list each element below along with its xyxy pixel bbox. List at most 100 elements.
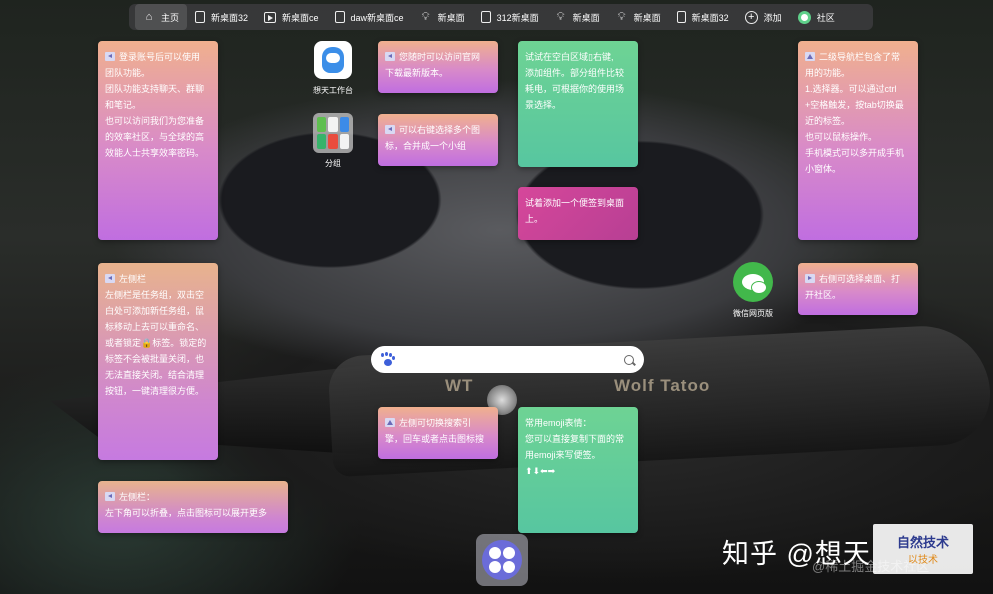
note-line-text: 左侧栏： — [119, 492, 156, 502]
note-line: 左侧可切换搜索引 — [385, 415, 491, 431]
note-line-text: 和笔记。 — [105, 100, 142, 110]
note-line-text: 景选择。 — [525, 100, 562, 110]
note-line: 您可以直接复制下面的常 — [525, 431, 631, 447]
nav-tab-8[interactable]: 新桌面32 — [669, 4, 737, 30]
note-line: 左下角可以折叠，点击图标可以展开更多 — [105, 505, 281, 521]
note-line-text: 下载最新版本。 — [385, 68, 449, 78]
doc-icon — [334, 11, 345, 23]
note-line: 也可以访问我们为您准备 — [105, 113, 211, 129]
note-blank-area[interactable]: 试试在空白区域▯右键, 添加组件。部分组件比较 耗电，可根据你的使用场 景选择。 — [518, 41, 638, 167]
note-line-text: 也可以访问我们为您准备 — [105, 116, 205, 126]
note-line: 团队功能支持聊天、群聊 — [105, 81, 211, 97]
nav-tab-3[interactable]: daw新桌面ce — [327, 4, 412, 30]
note-line-text: 的效率社区，与全球的高 — [105, 132, 205, 142]
note-line-text: 无法直接关闭。结合清理 — [105, 370, 205, 380]
nav-tab-10[interactable]: 社区 — [790, 4, 843, 30]
note-line: 景选择。 — [525, 97, 631, 113]
app-wechat[interactable]: 微信网页版 — [718, 262, 788, 319]
note-line-text: 标移动上去可以重命名、 — [105, 322, 205, 332]
note-line-text: 擎，回车或者点击图标搜 — [385, 434, 485, 444]
note-line-text: ⬆⬇⬅➡ — [525, 466, 556, 476]
page-icon — [195, 11, 206, 23]
note-add-sticky[interactable]: 试着添加一个便签到桌面 上。 — [518, 187, 638, 240]
nav-tab-label: 新桌面ce — [282, 12, 319, 23]
nav-tab-label: 新桌面32 — [691, 12, 729, 23]
note-line: 用的功能。 — [805, 65, 911, 81]
note-right-click[interactable]: 可以右键选择多个图 标，合并成一个小组 — [378, 114, 498, 166]
note-website[interactable]: 您随时可以访问官网 下载最新版本。 — [378, 41, 498, 93]
nav-tab-9[interactable]: + 添加 — [737, 4, 790, 30]
note-line-text: 上。 — [525, 214, 544, 224]
arrow-bullet-icon — [805, 274, 815, 283]
nav-tab-0[interactable]: ⌂ 主页 — [135, 4, 188, 30]
arrow-bullet-icon — [385, 52, 395, 61]
community-icon — [797, 10, 811, 24]
note-line: 左侧栏： — [105, 489, 281, 505]
note-line-text: 或者锁定🔒标签。锁定的 — [105, 338, 207, 348]
nav-tab-5[interactable]: 312新桌面 — [473, 4, 547, 30]
nav-tab-6[interactable]: 💡︎ 新桌面 — [547, 4, 608, 30]
search-input[interactable] — [403, 354, 616, 365]
app-group-label: 分组 — [325, 159, 341, 168]
note-line: 左侧栏 — [105, 271, 211, 287]
note-emoji[interactable]: 常用emoji表情： 您可以直接复制下面的常 用emoji来写便签。 ⬆⬇⬅➡ — [518, 407, 638, 533]
nav-tab-2[interactable]: 新桌面ce — [256, 4, 327, 30]
corner-logo-line2: 以技术 — [908, 555, 938, 566]
note-line: 和笔记。 — [105, 97, 211, 113]
note-line-text: 常用emoji表情： — [525, 418, 592, 428]
note-line: 可以右键选择多个图 — [385, 122, 491, 138]
nav-tab-7[interactable]: 💡︎ 新桌面 — [608, 4, 669, 30]
note-line: 团队功能。 — [105, 65, 211, 81]
note-line: 按钮，一键清理很方便。 — [105, 383, 211, 399]
search-icon[interactable] — [624, 354, 634, 365]
app-workbench-label: 想天工作台 — [313, 86, 353, 95]
note-line: 常用emoji表情： — [525, 415, 631, 431]
note-search-engine[interactable]: 左侧可切换搜索引擎，回车或者点击图标搜 — [378, 407, 498, 459]
dock-app-button[interactable] — [476, 534, 528, 586]
note-line: 效能人士共享效率密码。 — [105, 145, 211, 161]
note-line-text: 按钮，一键清理很方便。 — [105, 386, 205, 396]
note-login[interactable]: 登录账号后可以使用 团队功能。 团队功能支持聊天、群聊 和笔记。 也可以访问我们为您准备… — [98, 41, 218, 240]
nav-tab-4[interactable]: 💡︎ 新桌面 — [412, 4, 473, 30]
note-line: 左侧栏是任务组，双击空 — [105, 287, 211, 303]
nav-tab-label: daw新桌面ce — [350, 12, 404, 23]
note-line-text: 左侧栏是任务组，双击空 — [105, 290, 205, 300]
nav-tab-label: 添加 — [763, 12, 782, 23]
note-right-select[interactable]: 右侧可选择桌面、打开社区。 — [798, 263, 918, 315]
knife-mark-text: WT — [445, 376, 474, 395]
note-line-text: 试着添加一个便签到桌面 — [525, 198, 625, 208]
note-line-text: 开社区。 — [805, 290, 842, 300]
app-group[interactable]: 分组 — [298, 113, 368, 169]
baidu-paw-icon[interactable] — [381, 352, 395, 367]
note-line: +空格触发，按tab切换最 — [805, 97, 911, 113]
arrow-bullet-icon — [385, 418, 395, 427]
note-line-text: 您可以直接复制下面的常 — [525, 434, 625, 444]
note-line: 小窗体。 — [805, 161, 911, 177]
app-wechat-label: 微信网页版 — [733, 309, 773, 318]
note-line-text: 右侧可选择桌面、打 — [819, 274, 901, 284]
home-icon: ⌂ — [145, 11, 153, 23]
note-line: 标移动上去可以重命名、 — [105, 319, 211, 335]
note-line: 下载最新版本。 — [385, 65, 491, 81]
note-left-bottom[interactable]: 左侧栏： 左下角可以折叠，点击图标可以展开更多 — [98, 481, 288, 533]
note-line: 或者锁定🔒标签。锁定的 — [105, 335, 211, 351]
note-line: 白处可添加新任务组，鼠 — [105, 303, 211, 319]
note-second-nav[interactable]: 二级导航栏包含了常 用的功能。 1.选择器。可以通过ctrl +空格触发，按tab切换… — [798, 41, 918, 240]
arrow-bullet-icon — [105, 492, 115, 501]
note-line-text: 近的标签。 — [805, 116, 851, 126]
group-folder-icon — [313, 113, 353, 153]
note-line-text: 用emoji来写便签。 — [525, 450, 601, 460]
app-workbench[interactable]: 想天工作台 — [298, 41, 368, 96]
note-line-text: 效能人士共享效率密码。 — [105, 148, 205, 158]
nav-tab-1[interactable]: 新桌面32 — [187, 4, 256, 30]
note-line-text: 左侧栏 — [119, 274, 147, 284]
arrow-bullet-icon — [385, 125, 395, 134]
note-line: 用emoji来写便签。 — [525, 447, 631, 463]
note-left-sidebar[interactable]: 左侧栏左侧栏是任务组，双击空白处可添加新任务组，鼠标移动上去可以重命名、 或者锁定… — [98, 263, 218, 460]
note-line: 擎，回车或者点击图标搜 — [385, 431, 491, 447]
note-line-text: 用的功能。 — [805, 68, 851, 78]
note-line-text: 小窗体。 — [805, 164, 842, 174]
note-line: 的效率社区，与全球的高 — [105, 129, 211, 145]
note-line-text: +空格触发，按tab切换最 — [805, 100, 904, 110]
corner-logo-line1: 自然技术 — [896, 535, 949, 550]
